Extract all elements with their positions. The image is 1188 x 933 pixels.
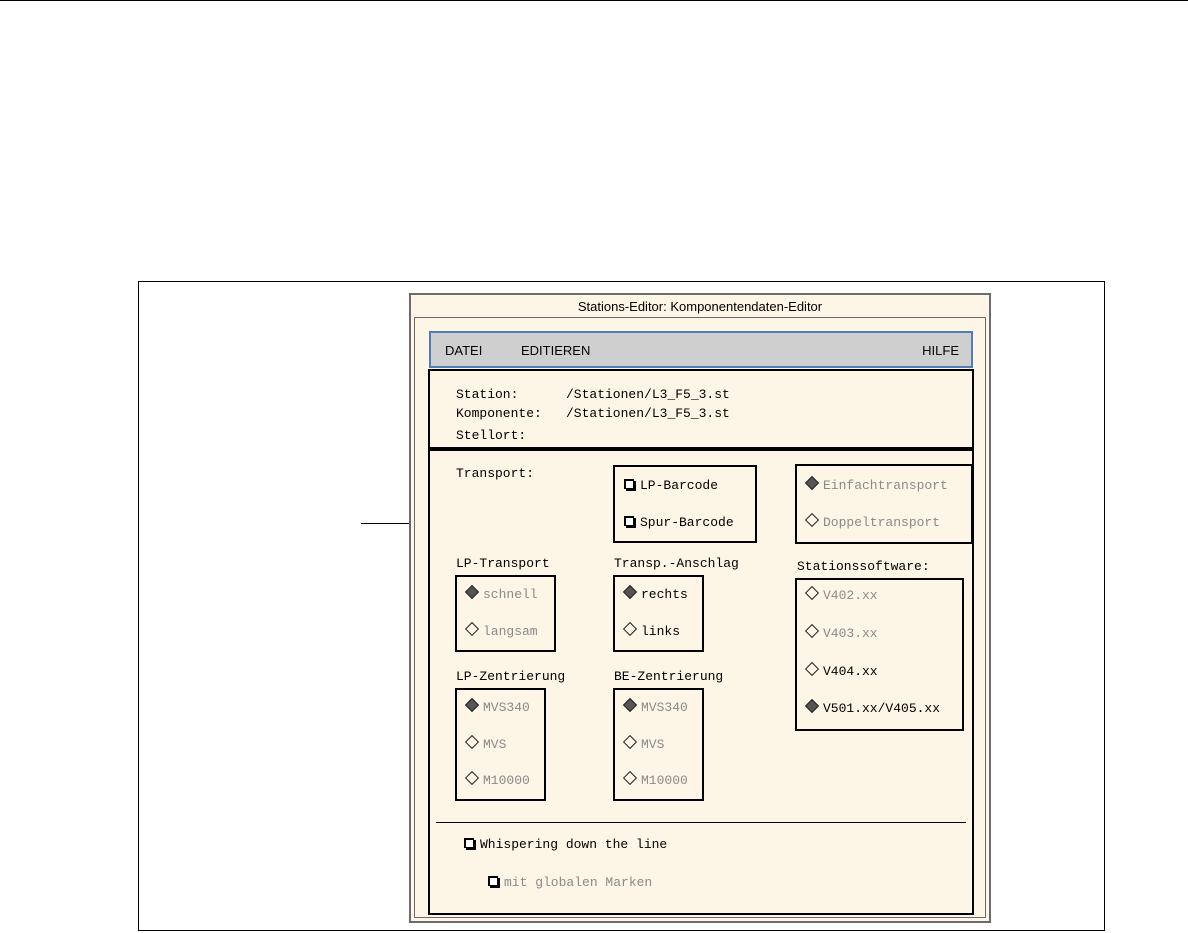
globale-marken-checkbox[interactable]: mit globalen Marken: [488, 875, 652, 890]
software-v404-label: V404.xx: [823, 664, 878, 679]
software-v404-radio[interactable]: V404.xx: [804, 661, 878, 679]
be-zentrierung-m10000-radio[interactable]: M10000: [622, 770, 688, 788]
checkbox-icon: [488, 876, 498, 886]
checkbox-icon: [624, 479, 634, 489]
window-title: Stations-Editor: Komponentendaten-Editor: [577, 299, 823, 314]
page-top-rule: [0, 0, 1188, 1]
be-zentrierung-mvs-radio[interactable]: MVS: [622, 734, 665, 752]
lp-zentrierung-m10000-radio[interactable]: M10000: [464, 770, 530, 788]
lp-zentrierung-mvs340-radio[interactable]: MVS340: [464, 697, 530, 715]
rechts-radio[interactable]: rechts: [622, 584, 688, 602]
schnell-label: schnell: [483, 587, 538, 602]
lp-transport-label: LP-Transport: [456, 556, 550, 571]
lp-zentrierung-mvs340-label: MVS340: [483, 700, 530, 715]
station-label: Station:: [456, 387, 519, 402]
menu-hilfe[interactable]: HILFE: [922, 343, 959, 358]
transport-mode-group: [795, 464, 973, 544]
menu-datei[interactable]: DATEI: [445, 343, 482, 358]
schnell-radio[interactable]: schnell: [464, 584, 538, 602]
be-zentrierung-mvs340-label: MVS340: [641, 700, 688, 715]
links-label: links: [641, 624, 681, 639]
lp-zentrierung-m10000-label: M10000: [483, 773, 530, 788]
radio-diamond-icon: [464, 621, 480, 637]
radio-diamond-icon: [804, 585, 820, 601]
section-separator: [436, 822, 966, 823]
radio-diamond-icon: [622, 734, 638, 750]
radio-diamond-icon: [622, 770, 638, 786]
lp-zentrierung-mvs-radio[interactable]: MVS: [464, 734, 507, 752]
lp-barcode-checkbox[interactable]: LP-Barcode: [624, 478, 718, 493]
radio-diamond-icon: [804, 512, 820, 528]
whispering-label: Whispering down the line: [480, 837, 668, 852]
radio-diamond-icon: [804, 661, 820, 677]
radio-diamond-icon: [622, 697, 638, 713]
station-value: /Stationen/L3_F5_3.st: [566, 387, 730, 402]
doppeltransport-label: Doppeltransport: [823, 515, 941, 530]
software-v402-radio[interactable]: V402.xx: [804, 585, 878, 603]
lp-zentrierung-mvs-label: MVS: [483, 737, 507, 752]
menu-editieren[interactable]: EDITIEREN: [521, 343, 590, 358]
menu-bar: DATEI EDITIEREN HILFE: [429, 331, 973, 368]
einfachtransport-label: Einfachtransport: [823, 478, 948, 493]
be-zentrierung-m10000-label: M10000: [641, 773, 688, 788]
radio-diamond-icon: [622, 621, 638, 637]
radio-diamond-icon: [464, 734, 480, 750]
radio-diamond-icon: [622, 584, 638, 600]
radio-diamond-icon: [804, 698, 820, 714]
barcode-group: [613, 465, 757, 543]
be-zentrierung-mvs-label: MVS: [641, 737, 665, 752]
links-radio[interactable]: links: [622, 621, 681, 639]
software-v402-label: V402.xx: [823, 588, 878, 603]
anschlag-label: Transp.-Anschlag: [614, 556, 739, 571]
transport-label: Transport:: [456, 466, 535, 481]
be-zentrierung-mvs340-radio[interactable]: MVS340: [622, 697, 688, 715]
software-v403-radio[interactable]: V403.xx: [804, 623, 878, 641]
spur-barcode-checkbox[interactable]: Spur-Barcode: [624, 515, 734, 530]
doppeltransport-radio[interactable]: Doppeltransport: [804, 512, 941, 530]
einfachtransport-radio[interactable]: Einfachtransport: [804, 475, 948, 493]
langsam-radio[interactable]: langsam: [464, 621, 538, 639]
lp-barcode-label: LP-Barcode: [640, 478, 719, 493]
rechts-label: rechts: [641, 587, 688, 602]
komponente-value: /Stationen/L3_F5_3.st: [566, 406, 730, 421]
komponente-label: Komponente:: [456, 406, 542, 421]
langsam-label: langsam: [483, 624, 538, 639]
software-v403-label: V403.xx: [823, 626, 878, 641]
globale-marken-label: mit globalen Marken: [504, 875, 653, 890]
software-v501-label: V501.xx/V405.xx: [823, 701, 941, 716]
spur-barcode-label: Spur-Barcode: [640, 515, 734, 530]
checkbox-icon: [464, 838, 474, 848]
whispering-checkbox[interactable]: Whispering down the line: [464, 837, 667, 852]
stellort-label: Stellort:: [456, 428, 527, 443]
be-zentrierung-label: BE-Zentrierung: [614, 669, 724, 684]
radio-diamond-icon: [464, 584, 480, 600]
radio-diamond-icon: [464, 770, 480, 786]
radio-diamond-icon: [464, 697, 480, 713]
radio-diamond-icon: [804, 623, 820, 639]
checkbox-icon: [624, 516, 634, 526]
stationssoftware-label: Stationssoftware:: [797, 559, 930, 574]
software-v501-radio[interactable]: V501.xx/V405.xx: [804, 698, 941, 716]
lp-zentrierung-label: LP-Zentrierung: [456, 669, 566, 684]
radio-diamond-icon: [804, 475, 820, 491]
